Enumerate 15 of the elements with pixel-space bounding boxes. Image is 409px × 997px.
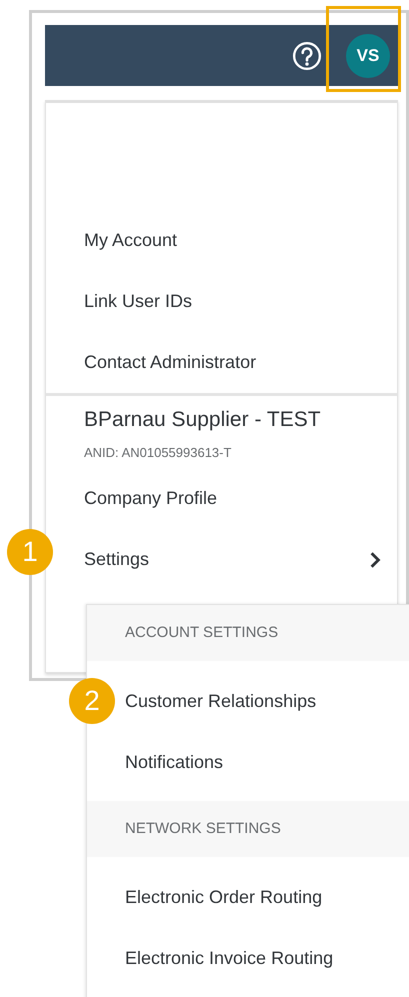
submenu-item[interactable]: Electronic Order Routing bbox=[87, 867, 409, 928]
section-heading: NETWORK SETTINGS bbox=[87, 801, 409, 857]
menu-item[interactable]: Contact Administrator bbox=[46, 332, 397, 393]
section-heading: ACCOUNT SETTINGS bbox=[87, 605, 409, 661]
menu-item[interactable]: Link User IDs bbox=[46, 271, 397, 332]
step-badge: 1 bbox=[7, 529, 53, 575]
step-badge: 2 bbox=[69, 678, 115, 724]
submenu-item[interactable]: Notifications bbox=[87, 732, 409, 793]
submenu-item[interactable]: Electronic Invoice Routing bbox=[87, 928, 409, 989]
menu-item[interactable]: My Account bbox=[46, 210, 397, 271]
user-avatar[interactable]: VS bbox=[346, 34, 390, 78]
company-id: ANID: AN01055993613-T bbox=[83, 444, 232, 462]
menu-item[interactable]: Company Profile bbox=[46, 468, 397, 529]
company-name: BParnau Supplier - TEST bbox=[83, 407, 322, 433]
help-icon[interactable] bbox=[292, 40, 322, 70]
